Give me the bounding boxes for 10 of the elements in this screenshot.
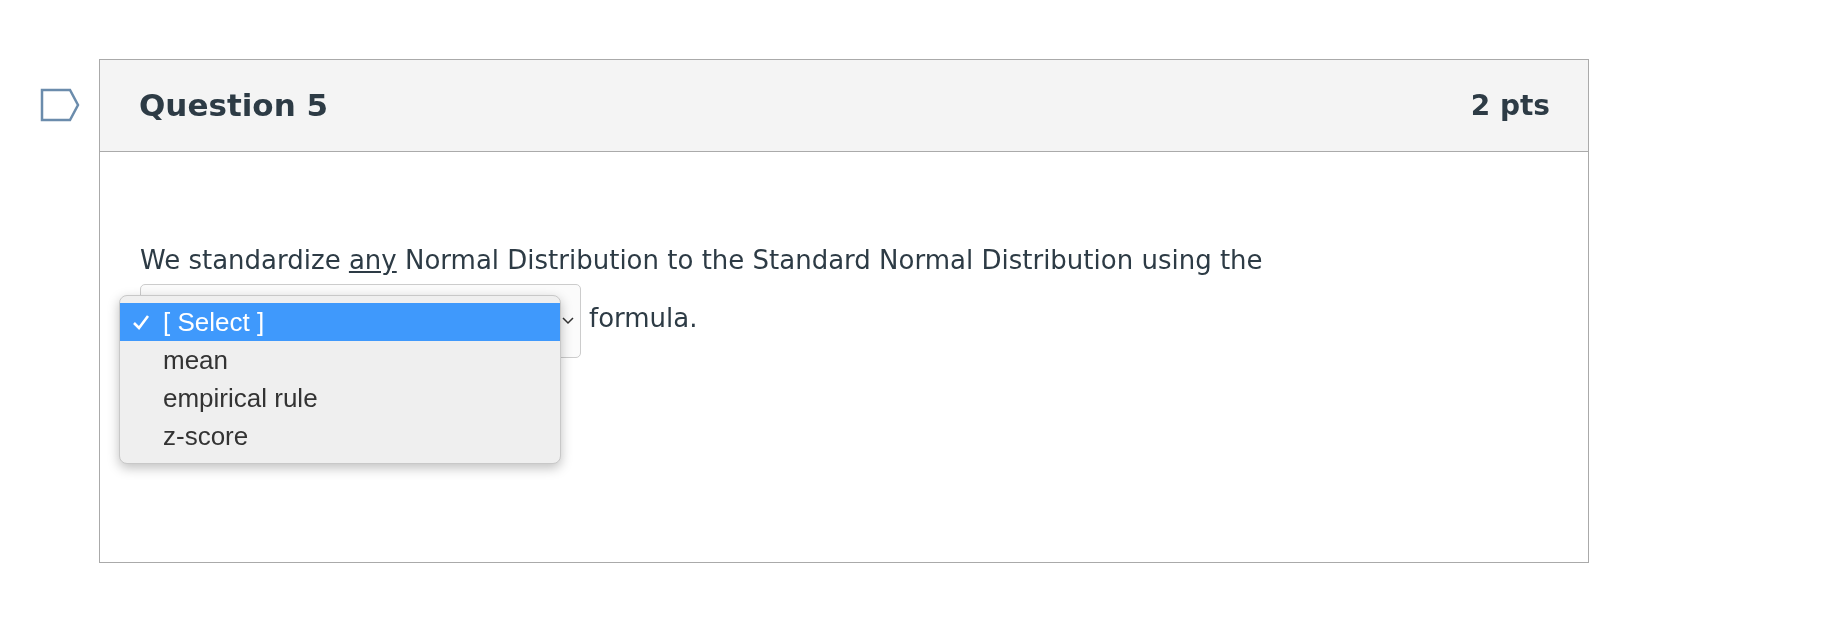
chevron-icon bbox=[562, 315, 574, 326]
question-title: Question 5 bbox=[139, 86, 329, 126]
question-text: We standardize any Normal Distribution to the Standard Normal Distribution using the bbox=[140, 245, 1263, 275]
flag-icon[interactable] bbox=[40, 88, 80, 122]
dropdown-option[interactable]: z-score bbox=[120, 417, 560, 456]
dropdown-option[interactable]: mean bbox=[120, 341, 560, 380]
question-text: formula. bbox=[589, 303, 698, 334]
check-icon bbox=[132, 314, 150, 331]
points-label: 2 pts bbox=[1470, 87, 1550, 124]
dropdown-option[interactable]: empirical rule bbox=[120, 379, 560, 418]
